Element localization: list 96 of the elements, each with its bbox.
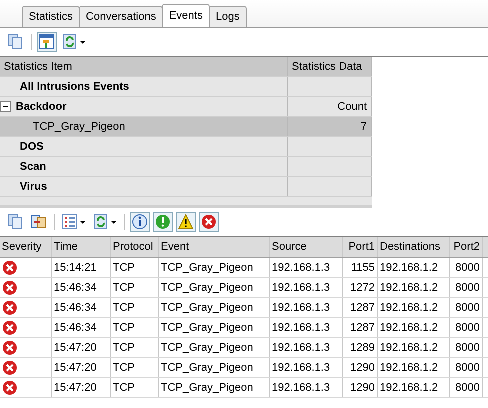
collapse-icon[interactable] — [0, 101, 11, 112]
refresh-icon — [62, 34, 78, 50]
refresh-icon — [93, 214, 109, 230]
statistics-row[interactable]: Scan — [0, 157, 372, 177]
table-cell: 1272 — [343, 278, 378, 297]
caret-icon — [80, 40, 86, 44]
statistics-row[interactable]: TCP_Gray_Pigeon 7 — [0, 117, 372, 137]
table-cell: 1289 — [343, 338, 378, 357]
column-header[interactable]: Port2 — [450, 237, 483, 257]
table-cell: TCP_Gray_Pigeon — [159, 298, 270, 317]
copy-icon — [8, 214, 24, 230]
category-label: DOS — [20, 140, 44, 152]
table-cell: TCP — [111, 278, 159, 297]
export-icon — [31, 214, 47, 230]
table-cell: 192.168.1.2 — [378, 278, 450, 297]
table-cell: TCP — [111, 318, 159, 337]
statistics-row[interactable]: All Intrusions Events — [0, 77, 372, 97]
list-icon — [62, 214, 78, 230]
tab[interactable]: Statistics — [22, 6, 80, 27]
info-icon — [132, 214, 148, 230]
table-cell: 1290 — [343, 378, 378, 397]
view-button[interactable] — [37, 32, 57, 52]
table-cell: 15:46:34 — [52, 318, 111, 337]
table-cell: TCP_Gray_Pigeon — [159, 338, 270, 357]
tab[interactable]: Conversations — [79, 6, 164, 27]
error-button[interactable] — [199, 212, 219, 232]
columns-button[interactable] — [60, 212, 88, 232]
table-cell: TCP — [111, 378, 159, 397]
table-cell: 8000 — [450, 278, 483, 297]
table-cell: 192.168.1.3 — [270, 298, 343, 317]
table-cell: TCP — [111, 298, 159, 317]
table-cell: 1290 — [343, 358, 378, 377]
table-cell: 192.168.1.3 — [270, 358, 343, 377]
table-cell: 15:14:21 — [52, 258, 111, 277]
exclamation-circle-icon — [155, 214, 171, 230]
column-header[interactable]: Event — [159, 237, 270, 257]
category-label: Virus — [20, 180, 48, 192]
table-cell: 15:47:20 — [52, 358, 111, 377]
table-cell: TCP_Gray_Pigeon — [159, 378, 270, 397]
table-cell: 192.168.1.2 — [378, 338, 450, 357]
table-cell: 192.168.1.2 — [378, 378, 450, 397]
table-cell: 192.168.1.2 — [378, 258, 450, 277]
table-cell: 8000 — [450, 318, 483, 337]
table-cell: 192.168.1.3 — [270, 258, 343, 277]
category-label: All Intrusions Events — [20, 80, 130, 92]
copy-icon — [8, 34, 24, 50]
data-value: 7 — [360, 120, 367, 132]
table-cell: 8000 — [450, 358, 483, 377]
table-cell: TCP — [111, 338, 159, 357]
column-header[interactable]: Destinations — [378, 237, 450, 257]
category-label: Scan — [20, 160, 46, 172]
window-icon — [39, 34, 55, 50]
table-cell: TCP — [111, 258, 159, 277]
table-cell: 8000 — [450, 298, 483, 317]
table-cell: 192.168.1.2 — [378, 298, 450, 317]
column-header[interactable]: Port1 — [343, 237, 378, 257]
table-cell: 15:47:20 — [52, 338, 111, 357]
caret-icon — [111, 220, 117, 224]
column-header[interactable]: Statistics Data — [288, 57, 372, 76]
category-label: Backdoor — [16, 100, 67, 112]
column-header[interactable]: Severity — [0, 237, 52, 257]
table-cell: TCP_Gray_Pigeon — [159, 278, 270, 297]
table-cell: 8000 — [450, 378, 483, 397]
table-cell: 1287 — [343, 318, 378, 337]
tab[interactable]: Logs — [208, 6, 247, 27]
data-value: Count — [338, 100, 367, 112]
table-cell: 15:47:20 — [52, 378, 111, 397]
table-cell: TCP_Gray_Pigeon — [159, 358, 270, 377]
warning-button[interactable] — [176, 212, 196, 232]
table-cell: TCP_Gray_Pigeon — [159, 318, 270, 337]
table-cell: 8000 — [450, 258, 483, 277]
table-cell: 15:46:34 — [52, 278, 111, 297]
table-cell: 1287 — [343, 298, 378, 317]
table-cell: 192.168.1.3 — [270, 338, 343, 357]
table-cell: 192.168.1.3 — [270, 318, 343, 337]
table-cell: TCP_Gray_Pigeon — [159, 258, 270, 277]
table-cell: 192.168.1.2 — [378, 318, 450, 337]
column-header[interactable]: Protocol — [111, 237, 159, 257]
table-cell: 192.168.1.3 — [270, 278, 343, 297]
error-icon — [201, 214, 217, 230]
table-cell: 192.168.1.2 — [378, 358, 450, 377]
statistics-row[interactable]: DOS — [0, 137, 372, 157]
table-cell: 15:46:34 — [52, 298, 111, 317]
statistics-row[interactable]: Virus — [0, 177, 372, 197]
warning-icon — [178, 214, 194, 230]
table-cell: 8000 — [450, 338, 483, 357]
table-cell: 1155 — [343, 258, 378, 277]
caret-icon — [80, 220, 86, 224]
tab[interactable]: Events — [162, 4, 210, 27]
table-cell: TCP — [111, 358, 159, 377]
column-header[interactable]: Time — [52, 237, 111, 257]
table-cell: 192.168.1.3 — [270, 378, 343, 397]
column-header[interactable]: Statistics Item — [0, 57, 288, 76]
column-header[interactable]: Source — [270, 237, 343, 257]
item-label: TCP_Gray_Pigeon — [33, 120, 126, 132]
info-button[interactable] — [130, 212, 150, 232]
